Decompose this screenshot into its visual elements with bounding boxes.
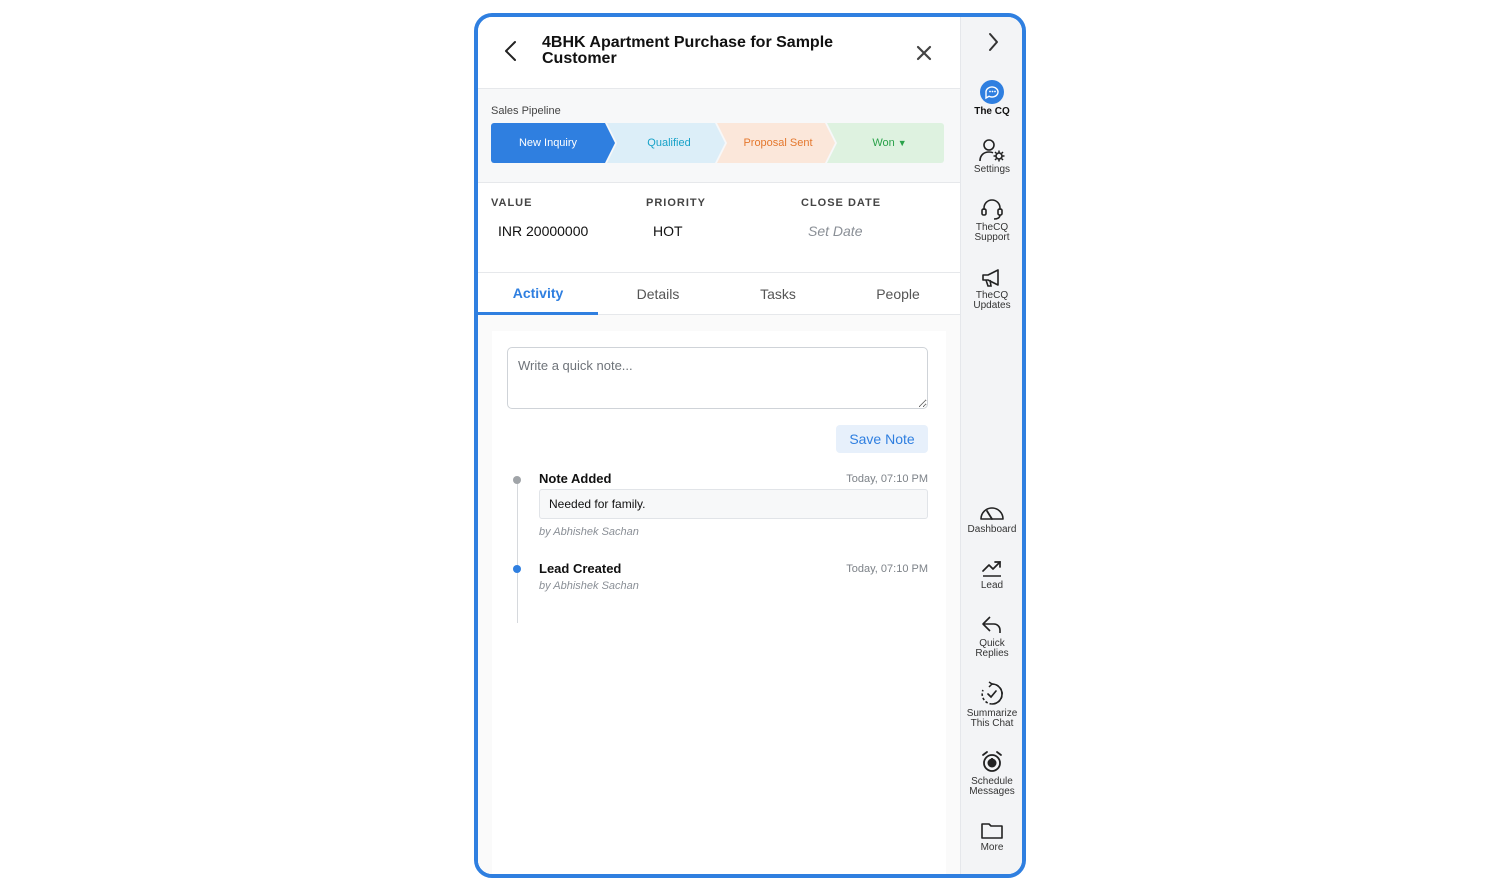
stage-proposal-sent[interactable]: Proposal Sent <box>717 123 835 163</box>
summarize-icon <box>981 681 1003 705</box>
stage-label: Proposal Sent <box>743 137 813 149</box>
save-note-button[interactable]: Save Note <box>836 425 928 453</box>
event-author: by Abhishek Sachan <box>539 580 639 592</box>
priority-field: PRIORITY HOT <box>646 197 706 239</box>
stage-label: Won <box>872 137 895 149</box>
event-title: Note Added <box>539 471 612 486</box>
trend-up-icon <box>982 561 1001 577</box>
rail-label: Support <box>974 232 1010 243</box>
lead-main: 4BHK Apartment Purchase for Sample Custo… <box>478 17 960 874</box>
event-note: Needed for family. <box>539 489 928 519</box>
headset-icon <box>981 199 1003 220</box>
value-field: VALUE INR 20000000 <box>491 197 588 239</box>
priority-label: PRIORITY <box>646 197 706 209</box>
timeline-dot <box>513 565 521 573</box>
rail-label: Messages <box>969 786 1015 797</box>
side-rail: The CQ Settings TheCQ Support TheCQ Upda… <box>960 17 1022 874</box>
pipeline-stages: New Inquiry Qualified Proposal Sent Won ▼ <box>491 123 944 163</box>
rail-label: Replies <box>975 648 1009 659</box>
rail-label: Lead <box>980 580 1004 591</box>
close-date-value[interactable]: Set Date <box>808 223 881 239</box>
rail-label: Dashboard <box>967 524 1017 535</box>
value-amount[interactable]: INR 20000000 <box>498 223 588 239</box>
event-title: Lead Created <box>539 561 622 576</box>
rail-lead[interactable]: Lead <box>961 557 1022 591</box>
close-date-label: CLOSE DATE <box>801 197 882 209</box>
value-label: VALUE <box>491 197 533 209</box>
reply-icon <box>982 616 1001 633</box>
stage-label: Qualified <box>647 137 691 149</box>
rail-label: Settings <box>973 164 1011 175</box>
quick-note-input[interactable] <box>507 347 928 409</box>
rail-more[interactable]: More <box>961 819 1022 853</box>
lead-meta: VALUE INR 20000000 PRIORITY HOT CLOSE DA… <box>478 183 960 273</box>
chevron-right-icon[interactable] <box>983 31 1003 53</box>
chat-bubble-icon <box>980 80 1004 104</box>
rail-support[interactable]: TheCQ Support <box>961 197 1022 243</box>
event-author: by Abhishek Sachan <box>539 526 639 538</box>
priority-value[interactable]: HOT <box>653 223 706 239</box>
event-time: Today, 07:10 PM <box>846 473 928 485</box>
lead-tabs: Activity Details Tasks People <box>478 273 960 315</box>
close-date-field: CLOSE DATE Set Date <box>801 197 881 239</box>
rail-dashboard[interactable]: Dashboard <box>961 501 1022 535</box>
tab-people[interactable]: People <box>838 273 958 315</box>
megaphone-icon <box>982 269 999 287</box>
stage-won[interactable]: Won ▼ <box>827 123 944 163</box>
timeline-dot <box>513 476 521 484</box>
back-arrow-icon[interactable] <box>500 39 522 63</box>
rail-settings[interactable]: Settings <box>961 137 1022 175</box>
rail-label: The CQ <box>974 106 1010 117</box>
rail-label: This Chat <box>970 718 1014 729</box>
page-title: 4BHK Apartment Purchase for Sample Custo… <box>542 34 834 67</box>
sales-pipeline: Sales Pipeline New Inquiry Qualified Pro… <box>478 89 960 183</box>
rail-updates[interactable]: TheCQ Updates <box>961 267 1022 311</box>
rail-label: More <box>980 842 1004 853</box>
rail-quick-replies[interactable]: Quick Replies <box>961 613 1022 659</box>
lead-panel: 4BHK Apartment Purchase for Sample Custo… <box>474 13 1026 878</box>
folder-icon <box>981 823 1003 839</box>
event-time: Today, 07:10 PM <box>846 563 928 575</box>
activity-card: Save Note Note Added Today, 07:10 PM Nee… <box>492 331 946 874</box>
activity-panel: Save Note Note Added Today, 07:10 PM Nee… <box>478 315 960 874</box>
stage-qualified[interactable]: Qualified <box>607 123 725 163</box>
tab-tasks[interactable]: Tasks <box>718 273 838 315</box>
user-gear-icon <box>979 139 1005 162</box>
stage-new-inquiry[interactable]: New Inquiry <box>491 123 615 163</box>
alarm-clock-icon <box>982 751 1002 772</box>
rail-summarize[interactable]: Summarize This Chat <box>961 681 1022 729</box>
timeline-line <box>517 477 518 623</box>
caret-down-icon: ▼ <box>897 138 907 148</box>
gauge-icon <box>980 507 1004 520</box>
rail-label: Updates <box>973 300 1011 311</box>
tab-details[interactable]: Details <box>598 273 718 315</box>
tab-activity[interactable]: Activity <box>478 273 598 315</box>
lead-header: 4BHK Apartment Purchase for Sample Custo… <box>478 17 960 89</box>
stage-label: New Inquiry <box>518 137 578 149</box>
pipeline-label: Sales Pipeline <box>491 105 561 117</box>
close-icon[interactable] <box>914 43 934 63</box>
rail-the-cq[interactable]: The CQ <box>961 79 1022 117</box>
rail-schedule-messages[interactable]: Schedule Messages <box>961 749 1022 797</box>
